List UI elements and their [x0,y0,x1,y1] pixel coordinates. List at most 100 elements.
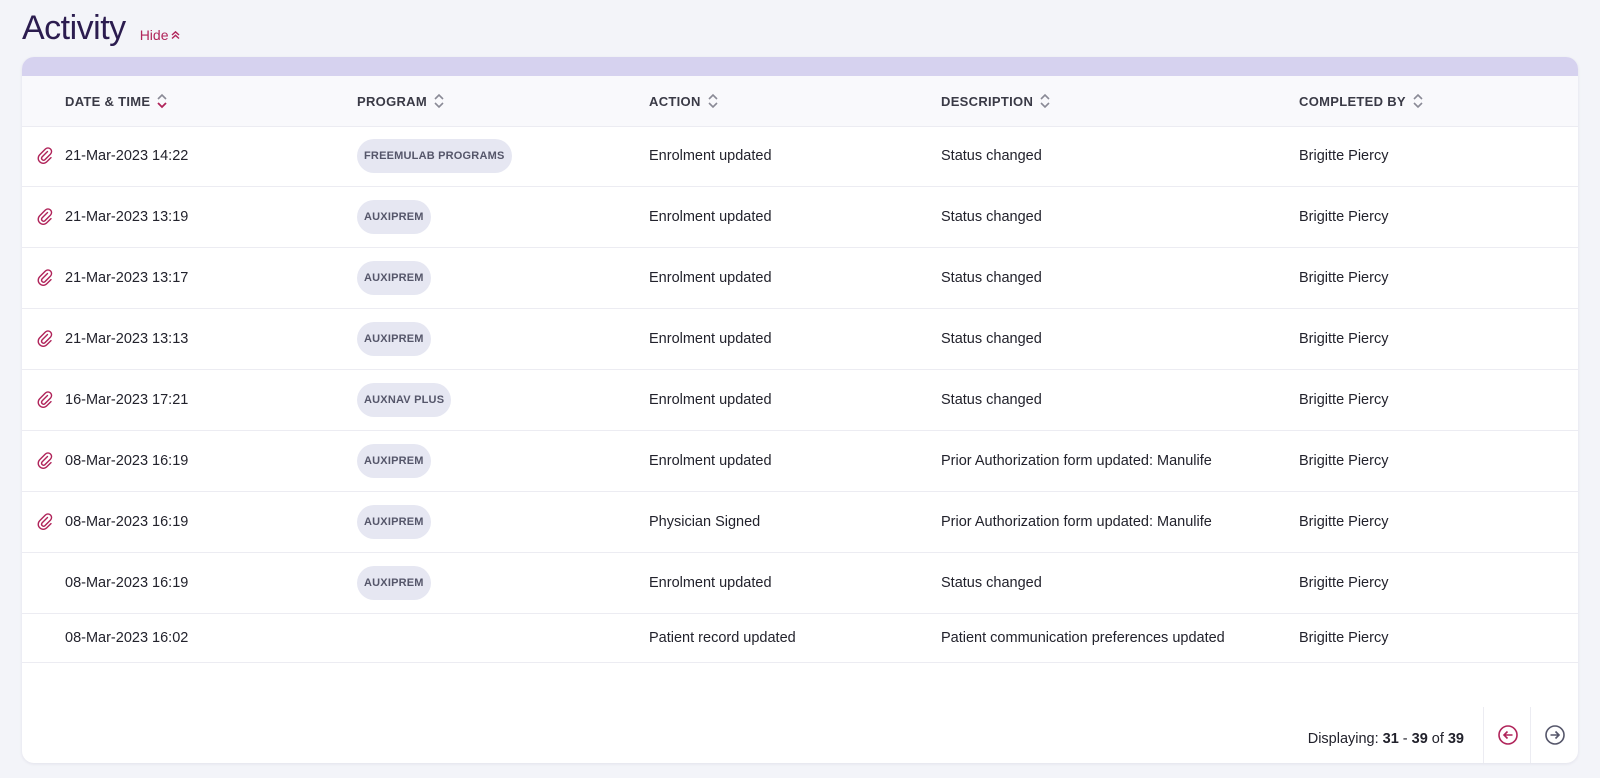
previous-page-button[interactable] [1483,707,1531,763]
action-text: Physician Signed [649,514,761,530]
sort-icon [1413,93,1423,109]
table-row[interactable]: 08-Mar-2023 16:19 AUXIPREM Enrolment updat… [22,553,1578,614]
description-text: Status changed [941,331,1042,347]
cell-program: AUXIPREM [357,187,431,247]
action-text: Enrolment updated [649,148,772,164]
completed-by-text: Brigitte Piercy [1299,331,1389,347]
cell-date: 21-Mar-2023 14:22 [65,126,188,186]
table-row[interactable]: 21-Mar-2023 13:19 AUXIPREM Enrolment updat… [22,187,1578,248]
cell-description: Prior Authorization form updated: Manuli… [941,492,1212,552]
column-header-action[interactable]: ACTION [649,76,718,126]
cell-action: Enrolment updated [649,553,772,613]
program-badge: AUXIPREM [357,444,431,478]
cell-description: Status changed [941,553,1042,613]
cell-completed-by: Brigitte Piercy [1299,553,1388,613]
arrow-right-circle-icon [1544,725,1565,745]
table-row[interactable]: 21-Mar-2023 13:13 AUXIPREM Enrolment updat… [22,309,1578,370]
cell-completed-by: Brigitte Piercy [1299,309,1388,369]
cell-action: Enrolment updated [649,431,772,491]
description-text: Status changed [941,209,1042,225]
cell-completed-by: Brigitte Piercy [1299,614,1388,662]
program-badge: FREEMULAB PROGRAMS [357,139,512,173]
cell-action: Enrolment updated [649,248,772,308]
next-page-button[interactable] [1530,707,1578,763]
cell-completed-by: Brigitte Piercy [1299,492,1388,552]
cell-program: AUXNAV PLUS [357,370,452,430]
paperclip-icon[interactable] [36,126,54,186]
description-text: Status changed [941,392,1042,408]
program-badge: AUXIPREM [357,322,431,356]
program-badge: AUXIPREM [357,261,431,295]
activity-header: Activity Hide [22,6,180,50]
cell-action: Physician Signed [649,492,760,552]
paperclip-icon[interactable] [36,492,54,552]
paperclip-icon[interactable] [36,309,54,369]
description-text: Status changed [941,148,1042,164]
program-badge: AUXIPREM [357,200,431,234]
table-row[interactable]: 21-Mar-2023 14:22 FREEMULAB PROGRAMS Enrol… [22,126,1578,187]
program-badge: AUXIPREM [357,566,431,600]
cell-date: 08-Mar-2023 16:19 [65,553,188,613]
table-row[interactable]: 08-Mar-2023 16:19 AUXIPREM Enrolment updat… [22,431,1578,492]
action-text: Enrolment updated [649,331,772,347]
paperclip-icon[interactable] [36,187,54,247]
table-row[interactable]: 08-Mar-2023 16:19 AUXIPREM Physician Signe… [22,492,1578,553]
date-text: 21-Mar-2023 13:13 [65,331,189,347]
paperclip-icon[interactable] [36,248,54,308]
cell-description: Status changed [941,187,1042,247]
sort-icon [434,93,444,109]
action-text: Enrolment updated [649,270,772,286]
cell-program: FREEMULAB PROGRAMS [357,126,512,186]
cell-action: Enrolment updated [649,370,772,430]
column-header-program[interactable]: PROGRAM [357,76,444,126]
cell-date: 21-Mar-2023 13:17 [65,248,188,308]
action-text: Enrolment updated [649,392,772,408]
cell-date: 08-Mar-2023 16:02 [65,614,188,662]
completed-by-text: Brigitte Piercy [1299,392,1389,408]
cell-completed-by: Brigitte Piercy [1299,431,1388,491]
cell-completed-by: Brigitte Piercy [1299,126,1388,186]
column-header-date-time[interactable]: DATE & TIME [65,76,168,126]
column-header-completed-by[interactable]: COMPLETED BY [1299,76,1423,126]
date-text: 21-Mar-2023 13:19 [65,209,189,225]
table-row[interactable]: 21-Mar-2023 13:17 AUXIPREM Enrolment updat… [22,248,1578,309]
cell-program: AUXIPREM [357,553,431,613]
cell-action: Enrolment updated [649,187,772,247]
table-header: DATE & TIME PROGRAM ACTION DESCRIPTION C… [22,76,1578,127]
program-badge: AUXNAV PLUS [357,383,452,417]
chevrons-up-icon [172,30,180,40]
date-text: 16-Mar-2023 17:21 [65,392,189,408]
paperclip-icon[interactable] [36,431,54,491]
completed-by-text: Brigitte Piercy [1299,209,1389,225]
cell-action: Enrolment updated [649,309,772,369]
description-text: Patient communication preferences update… [941,630,1225,646]
table-row[interactable]: 08-Mar-2023 16:02 Patient record updated P… [22,614,1578,663]
column-header-description[interactable]: DESCRIPTION [941,76,1050,126]
cell-completed-by: Brigitte Piercy [1299,187,1388,247]
cell-description: Prior Authorization form updated: Manuli… [941,431,1212,491]
description-text: Prior Authorization form updated: Manuli… [941,514,1212,530]
completed-by-text: Brigitte Piercy [1299,453,1389,469]
cell-program: AUXIPREM [357,431,431,491]
date-text: 08-Mar-2023 16:02 [65,630,189,646]
date-text: 21-Mar-2023 13:17 [65,270,189,286]
action-text: Enrolment updated [649,209,772,225]
hide-toggle-button[interactable]: Hide [140,27,181,43]
cell-date: 16-Mar-2023 17:21 [65,370,188,430]
table-row[interactable]: 16-Mar-2023 17:21 AUXNAV PLUS Enrolment up… [22,370,1578,431]
cell-date: 21-Mar-2023 13:19 [65,187,188,247]
card-top-band [22,57,1578,76]
paperclip-icon[interactable] [36,370,54,430]
sort-desc-icon [157,93,168,109]
description-text: Prior Authorization form updated: Manuli… [941,453,1212,469]
completed-by-text: Brigitte Piercy [1299,514,1389,530]
program-badge: AUXIPREM [357,505,431,539]
description-text: Status changed [941,270,1042,286]
date-text: 08-Mar-2023 16:19 [65,575,189,591]
cell-date: 08-Mar-2023 16:19 [65,492,188,552]
description-text: Status changed [941,575,1042,591]
cell-description: Status changed [941,126,1042,186]
action-text: Enrolment updated [649,453,772,469]
pagination-bar: Displaying: 31 - 39 of 39 [22,707,1578,763]
page-title: Activity [22,9,126,47]
